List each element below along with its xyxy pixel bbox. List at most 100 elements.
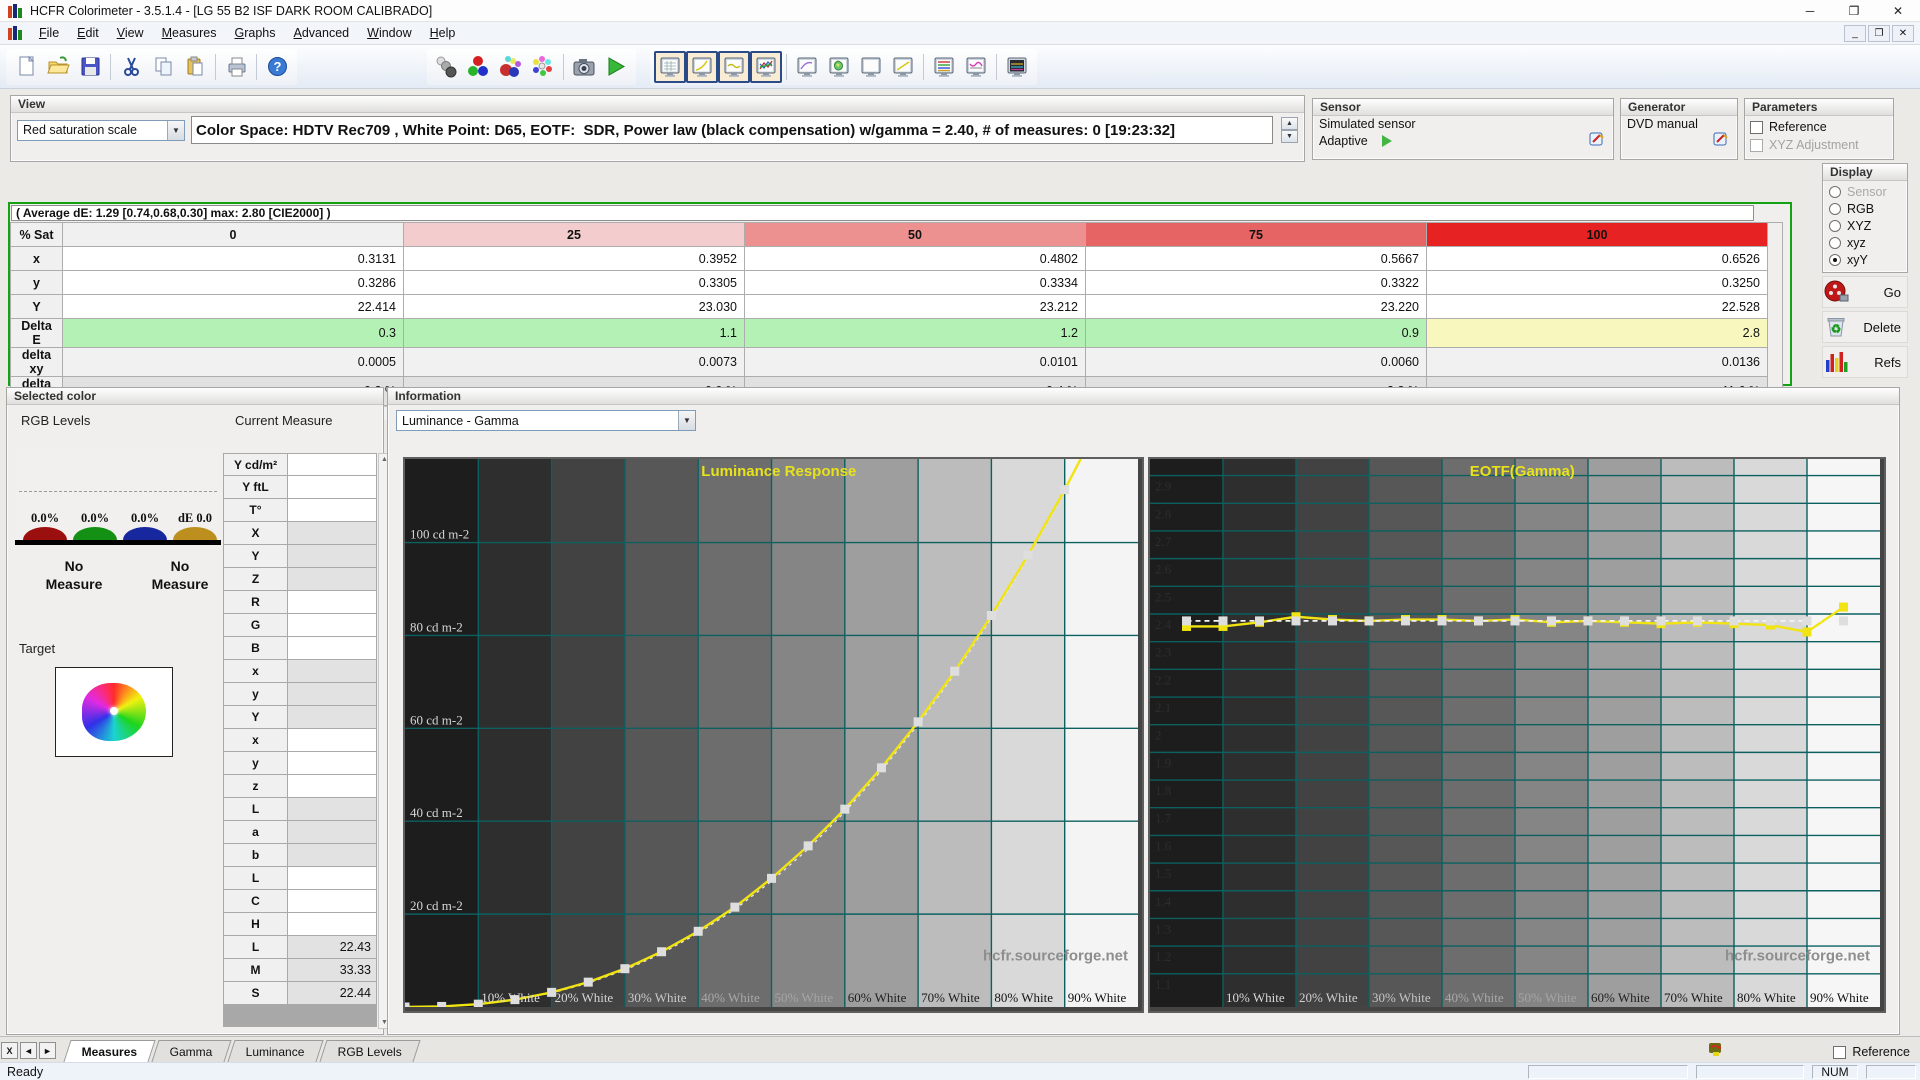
save-button[interactable] [74, 51, 106, 83]
radio-icon[interactable] [1829, 219, 1841, 232]
mdi-close-icon[interactable]: ✕ [1892, 24, 1914, 42]
help-button[interactable]: ? [261, 51, 293, 83]
cell-x-100[interactable]: 0.6526 [1426, 246, 1768, 271]
menu-file[interactable]: File [30, 23, 68, 43]
chart-view-table-button[interactable] [654, 50, 686, 83]
chart-view-wave-button[interactable] [718, 50, 750, 83]
cell-Y-100[interactable]: 22.528 [1426, 294, 1768, 319]
radio-icon[interactable] [1829, 202, 1841, 215]
mdi-minimize-icon[interactable]: _ [1844, 24, 1866, 42]
tab-prev-icon[interactable]: ◄ [20, 1042, 37, 1059]
sat-column-header-100[interactable]: 100 [1426, 222, 1768, 247]
cell-y-75[interactable]: 0.3322 [1085, 270, 1427, 295]
refs-button[interactable]: Refs [1822, 346, 1908, 378]
cell-Delta-E-100[interactable]: 2.8 [1426, 318, 1768, 348]
sensor-run-icon[interactable] [1381, 134, 1392, 147]
generator-config-icon[interactable] [1713, 131, 1731, 150]
chart-view-gamma-curve-button[interactable] [686, 50, 718, 83]
cut-button[interactable] [115, 51, 147, 83]
restore-icon[interactable]: ❐ [1832, 0, 1876, 21]
cell-Delta-E-75[interactable]: 0.9 [1085, 318, 1427, 348]
cell-y-100[interactable]: 0.3250 [1426, 270, 1768, 295]
chart-view-diag-line-button[interactable] [887, 51, 919, 83]
information-select[interactable]: Luminance - Gamma ▼ [396, 410, 696, 431]
sat-column-header-50[interactable]: 50 [744, 222, 1086, 247]
cell-delta-xy-100[interactable]: 0.0136 [1426, 347, 1768, 377]
tab-measures[interactable]: Measures [63, 1040, 156, 1062]
tab-close-icon[interactable]: X [1, 1042, 18, 1059]
sat-column-header-0[interactable]: 0 [62, 222, 404, 247]
radio-icon[interactable] [1829, 253, 1841, 266]
display-option-rgb[interactable]: RGB [1829, 200, 1901, 217]
cell-Delta-E-0[interactable]: 0.3 [62, 318, 404, 348]
cell-x-0[interactable]: 0.3131 [62, 246, 404, 271]
saturation-scale-button[interactable] [495, 51, 527, 83]
close-icon[interactable]: ✕ [1876, 0, 1920, 21]
cell-y-50[interactable]: 0.3334 [744, 270, 1086, 295]
chart-view-rainbow-button[interactable] [928, 51, 960, 83]
cell-Delta-E-25[interactable]: 1.1 [403, 318, 745, 348]
cell-delta-xy-50[interactable]: 0.0101 [744, 347, 1086, 377]
cell-Y-0[interactable]: 22.414 [62, 294, 404, 319]
tab-luminance[interactable]: Luminance [227, 1040, 324, 1062]
chart-view-purple-curve-button[interactable] [791, 51, 823, 83]
rgb-primaries-button[interactable] [463, 51, 495, 83]
chevron-down-icon[interactable]: ▼ [678, 411, 695, 430]
menu-edit[interactable]: Edit [68, 23, 108, 43]
display-option-xyz[interactable]: xyz [1829, 234, 1901, 251]
display-option-xyz[interactable]: XYZ [1829, 217, 1901, 234]
reference-checkbox[interactable] [1833, 1045, 1847, 1059]
sat-column-header-25[interactable]: 25 [403, 222, 745, 247]
menu-graphs[interactable]: Graphs [226, 23, 285, 43]
mdi-restore-icon[interactable]: ❐ [1868, 24, 1890, 42]
tab-gamma[interactable]: Gamma [151, 1040, 232, 1062]
checkbox-icon[interactable] [1750, 120, 1763, 134]
cell-x-75[interactable]: 0.5667 [1085, 246, 1427, 271]
profile-notification-icon[interactable] [1707, 1042, 1723, 1062]
cell-y-25[interactable]: 0.3305 [403, 270, 745, 295]
gray-sequence-button[interactable] [431, 51, 463, 83]
chart-view-magenta-button[interactable] [960, 51, 992, 83]
chart-view-dark-button[interactable] [1001, 51, 1033, 83]
cell-Y-25[interactable]: 23.030 [403, 294, 745, 319]
tab-rgb-levels[interactable]: RGB Levels [319, 1040, 421, 1062]
radio-icon[interactable] [1829, 236, 1841, 249]
cell-x-25[interactable]: 0.3952 [403, 246, 745, 271]
camera-button[interactable] [568, 51, 600, 83]
cell-Y-50[interactable]: 23.212 [744, 294, 1086, 319]
menu-help[interactable]: Help [421, 23, 465, 43]
menu-window[interactable]: Window [358, 23, 420, 43]
chart-view-cie-button[interactable] [823, 51, 855, 83]
delete-button[interactable]: ♻ Delete [1822, 311, 1908, 343]
run-button[interactable] [600, 51, 632, 83]
checkbox-reference[interactable]: Reference [1750, 118, 1888, 136]
eotf-gamma-chart[interactable]: 2.9 2.8 2.7 2.6 2.5 2.4 2.3 2.2 2.1 2 1.9 1.8 1.7 1.6… [1148, 457, 1886, 1013]
cell-delta-xy-0[interactable]: 0.0005 [62, 347, 404, 377]
new-button[interactable] [10, 51, 42, 83]
chart-view-multi-lines-button[interactable] [750, 50, 782, 83]
cell-delta-xy-25[interactable]: 0.0073 [403, 347, 745, 377]
display-option-xyy[interactable]: xyY [1829, 251, 1901, 268]
go-button[interactable]: Go [1822, 276, 1908, 308]
cell-x-50[interactable]: 0.4802 [744, 246, 1086, 271]
menu-view[interactable]: View [108, 23, 153, 43]
open-button[interactable] [42, 51, 74, 83]
mdi-document-icon[interactable] [8, 26, 24, 40]
minimize-icon[interactable]: ─ [1788, 0, 1832, 21]
chevron-down-icon[interactable]: ▼ [167, 120, 184, 140]
paste-button[interactable] [179, 51, 211, 83]
tab-next-icon[interactable]: ► [39, 1042, 56, 1059]
sat-column-header-75[interactable]: 75 [1085, 222, 1427, 247]
cell-y-0[interactable]: 0.3286 [62, 270, 404, 295]
copy-button[interactable] [147, 51, 179, 83]
cell-Y-75[interactable]: 23.220 [1085, 294, 1427, 319]
cell-Delta-E-50[interactable]: 1.2 [744, 318, 1086, 348]
chart-view-blank-button[interactable] [855, 51, 887, 83]
scale-select[interactable]: Red saturation scale ▼ [17, 119, 185, 141]
measure-spinner[interactable]: ▲ ▼ [1281, 117, 1298, 143]
luminance-response-chart[interactable]: 100 cd m-2 80 cd m-2 60 cd m-2 40 cd m-2 20 … [403, 457, 1144, 1013]
print-button[interactable] [220, 51, 252, 83]
menu-advanced[interactable]: Advanced [285, 23, 359, 43]
color-checker-button[interactable] [527, 51, 559, 83]
sensor-config-icon[interactable] [1589, 131, 1607, 150]
